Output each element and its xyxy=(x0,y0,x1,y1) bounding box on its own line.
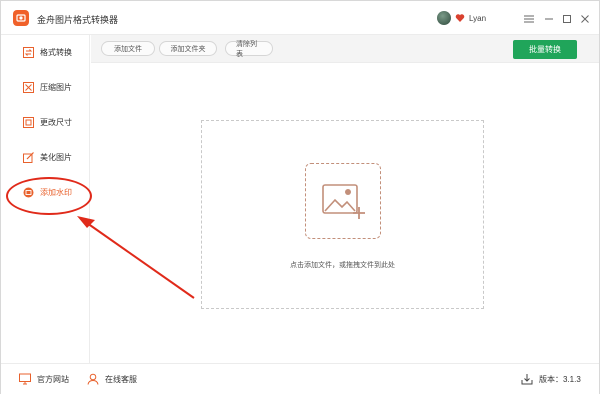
menu-icon[interactable] xyxy=(523,13,535,25)
status-bar: 官方网站 在线客服 版本：3.1.3 xyxy=(1,363,599,394)
online-service-label: 在线客服 xyxy=(105,374,137,384)
toolbar: 添加文件 添加文件夹 清除列表 批量转换 xyxy=(91,35,599,63)
file-drop-zone[interactable]: 点击添加文件，或拖拽文件到此处 xyxy=(201,120,484,309)
resize-icon xyxy=(23,116,34,128)
add-image-button[interactable] xyxy=(305,163,381,239)
add-folder-button[interactable]: 添加文件夹 xyxy=(159,41,217,56)
close-icon[interactable] xyxy=(579,13,591,25)
sidebar-item-format-convert[interactable]: 格式转换 xyxy=(1,35,89,69)
beautify-icon xyxy=(23,151,34,163)
sidebar-item-label: 压缩图片 xyxy=(40,82,72,92)
drop-hint-text: 点击添加文件，或拖拽文件到此处 xyxy=(290,262,395,269)
official-website-label: 官方网站 xyxy=(37,374,69,384)
sidebar-item-beautify[interactable]: 美化图片 xyxy=(1,140,89,174)
add-image-icon xyxy=(322,184,365,219)
sidebar-item-compress[interactable]: 压缩图片 xyxy=(1,70,89,104)
avatar[interactable] xyxy=(437,11,451,25)
version-info[interactable]: 版本：3.1.3 xyxy=(521,373,581,385)
official-website-link[interactable]: 官方网站 xyxy=(19,373,69,385)
monitor-icon xyxy=(19,373,31,385)
user-name[interactable]: Lyan xyxy=(469,14,486,23)
sidebar-item-label: 格式转换 xyxy=(40,47,72,57)
batch-convert-button[interactable]: 批量转换 xyxy=(513,40,577,59)
add-file-button[interactable]: 添加文件 xyxy=(101,41,155,56)
sidebar-item-label: 更改尺寸 xyxy=(40,117,72,127)
user-service-icon xyxy=(87,373,99,385)
clear-list-button[interactable]: 清除列表 xyxy=(225,41,273,58)
vip-heart-icon xyxy=(455,14,465,22)
minimize-icon[interactable] xyxy=(543,13,555,25)
convert-icon xyxy=(23,46,34,58)
app-logo-icon xyxy=(13,10,29,26)
title-bar: 金舟图片格式转换器 Lyan xyxy=(1,1,599,35)
sidebar-item-label: 美化图片 xyxy=(40,152,72,162)
annotation-ellipse xyxy=(6,177,92,215)
compress-icon xyxy=(23,81,34,93)
sidebar-item-resize[interactable]: 更改尺寸 xyxy=(1,105,89,139)
online-service-link[interactable]: 在线客服 xyxy=(87,373,137,385)
maximize-icon[interactable] xyxy=(561,13,573,25)
download-icon xyxy=(521,374,533,385)
app-window: 金舟图片格式转换器 Lyan 格式转换 压缩图片 更改尺寸 美化图片 添加水印 … xyxy=(0,0,600,394)
version-label: 版本：3.1.3 xyxy=(539,374,581,384)
user-account[interactable]: Lyan xyxy=(437,11,486,25)
app-title: 金舟图片格式转换器 xyxy=(37,15,119,25)
